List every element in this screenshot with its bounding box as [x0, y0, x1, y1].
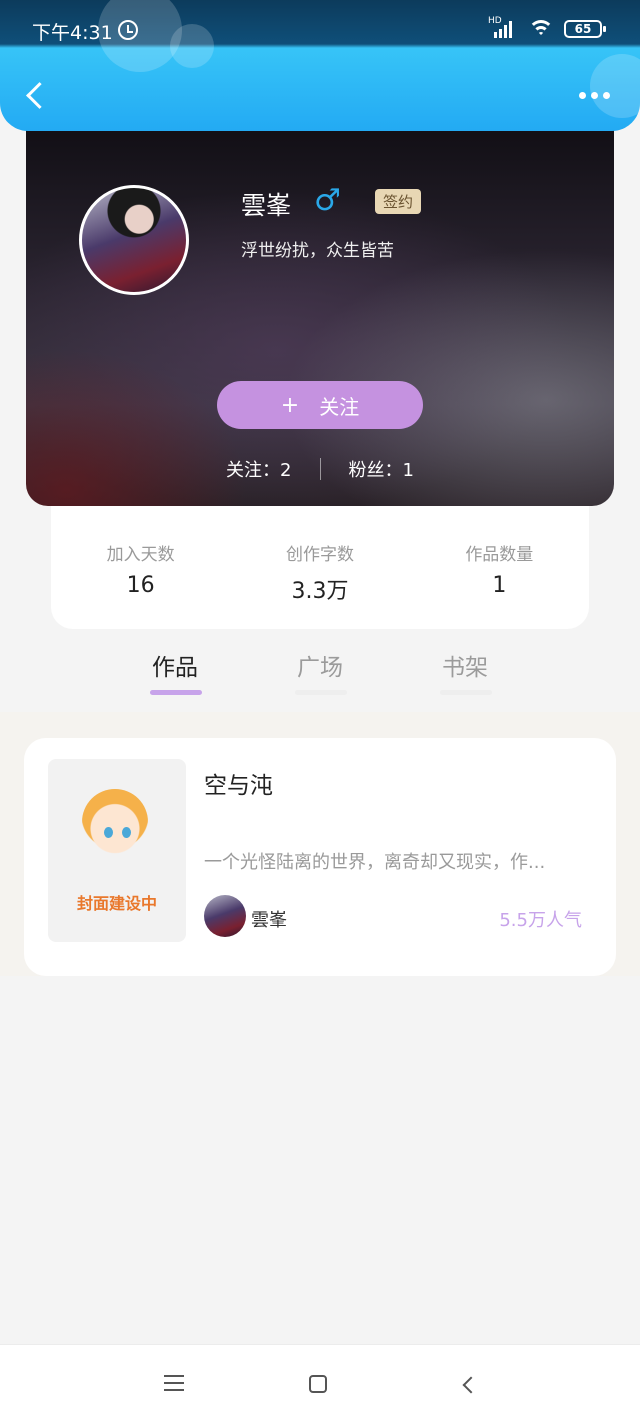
- following-count[interactable]: 关注：2: [226, 456, 291, 482]
- divider: [319, 458, 321, 480]
- popularity-count: 5.5万人气: [499, 910, 582, 931]
- tab-label: 广场: [297, 655, 343, 681]
- book-cover[interactable]: 封面建设中: [48, 759, 186, 942]
- stats-card: 加入天数 16 创作字数 3.3万 作品数量 1: [51, 506, 589, 629]
- follow-stats: 关注：2 粉丝：1: [26, 456, 614, 482]
- stat-join-days: 加入天数 16: [51, 506, 230, 629]
- author-name: 雲峯: [251, 910, 287, 931]
- plus-icon: +: [280, 392, 300, 418]
- stat-value: 1: [492, 573, 507, 598]
- top-bar: 下午4:31 HD 65: [0, 0, 640, 131]
- more-button[interactable]: [579, 92, 610, 99]
- back-button[interactable]: [22, 80, 52, 114]
- male-icon: ♂: [314, 183, 341, 218]
- tab-label: 书架: [442, 655, 488, 681]
- cover-illustration: [82, 789, 148, 855]
- tab-indicator: [440, 690, 492, 695]
- status-icons: HD 65: [488, 16, 606, 38]
- follow-button[interactable]: + 关注: [217, 381, 423, 429]
- stat-word-count: 创作字数 3.3万: [230, 506, 409, 629]
- work-card[interactable]: 封面建设中 空与沌 一个光怪陆离的世界，离奇却又现实，作... 雲峯 5.5万人…: [24, 738, 616, 976]
- signed-badge: 签约: [375, 189, 422, 214]
- stat-value: 3.3万: [291, 579, 349, 604]
- tab-label: 作品: [152, 655, 198, 681]
- tab-works[interactable]: 作品: [135, 648, 215, 695]
- stat-label: 加入天数: [106, 545, 175, 565]
- hd-label: HD: [488, 16, 502, 26]
- user-name: 雲峯: [241, 191, 292, 220]
- system-back-icon[interactable]: [459, 1375, 477, 1395]
- tab-bookshelf[interactable]: 书架: [425, 648, 505, 695]
- tab-indicator: [150, 690, 202, 695]
- work-description: 一个光怪陆离的世界，离奇却又现实，作...: [204, 852, 546, 873]
- stat-label: 创作字数: [285, 545, 354, 565]
- follow-label: 关注: [319, 394, 360, 419]
- stat-value: 16: [126, 573, 155, 598]
- avatar[interactable]: [79, 185, 189, 295]
- work-title[interactable]: 空与沌: [204, 766, 273, 800]
- signal-icon: HD: [488, 16, 518, 38]
- status-time: 下午4:31: [32, 22, 113, 44]
- alarm-icon: [118, 20, 138, 40]
- menu-icon[interactable]: [164, 1375, 184, 1391]
- cover-placeholder-text: 封面建设中: [76, 894, 157, 913]
- user-motto: 浮世纷扰，众生皆苦: [241, 241, 394, 261]
- tab-indicator: [295, 690, 347, 695]
- tab-bar: 作品 广场 书架: [0, 630, 640, 712]
- tab-plaza[interactable]: 广场: [280, 648, 360, 695]
- profile-card: 雲峯 ♂ 签约 浮世纷扰，众生皆苦 + 关注 关注：2 粉丝：1: [26, 100, 614, 506]
- wifi-icon: [528, 20, 554, 38]
- home-icon[interactable]: [309, 1375, 327, 1393]
- stat-label: 作品数量: [465, 545, 534, 565]
- stat-work-count: 作品数量 1: [410, 506, 589, 629]
- battery-icon: 65: [564, 20, 606, 38]
- author-avatar: [204, 895, 246, 937]
- followers-count[interactable]: 粉丝：1: [349, 456, 414, 482]
- system-nav-bar: [0, 1344, 640, 1422]
